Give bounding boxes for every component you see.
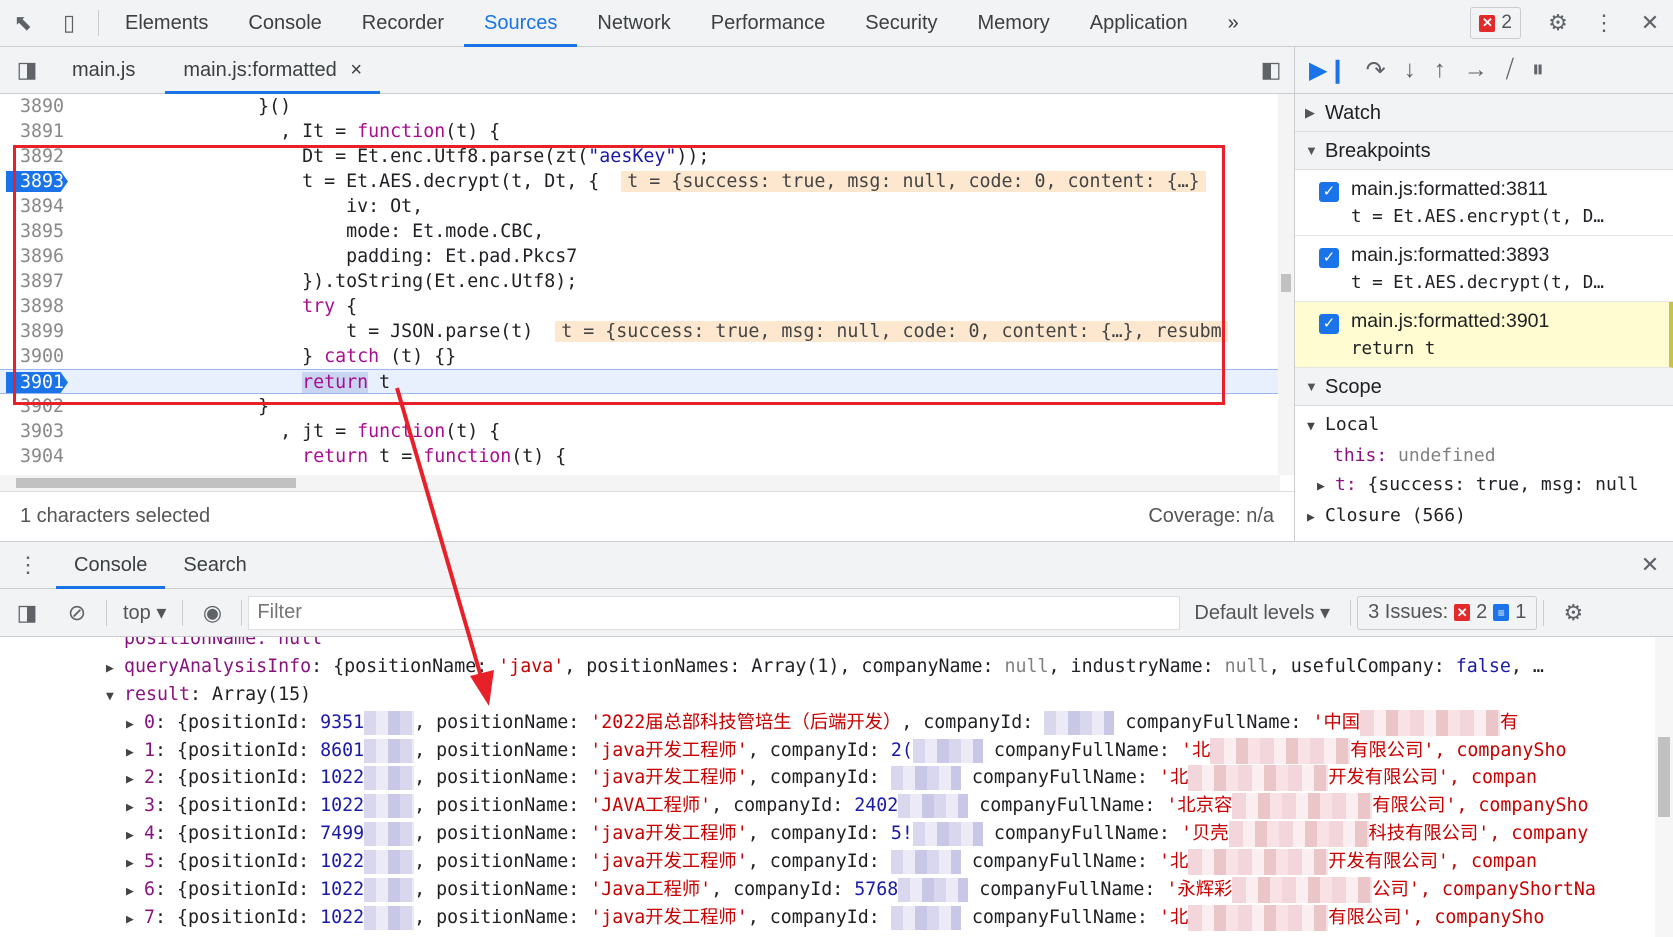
annotation-arrow [395, 387, 494, 706]
